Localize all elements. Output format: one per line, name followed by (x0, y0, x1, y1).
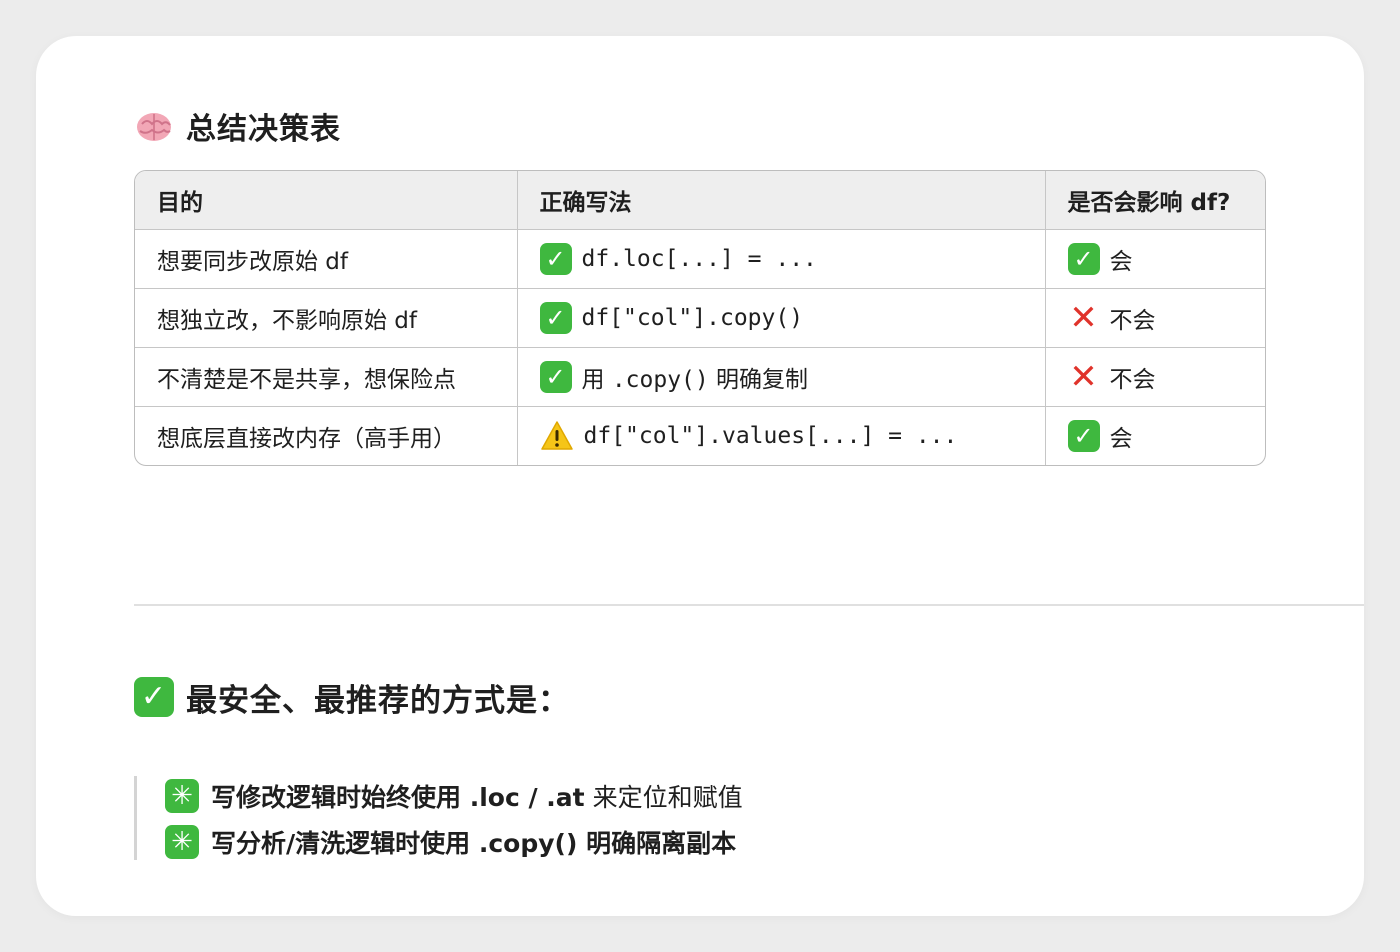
method-prefix: 用 (581, 367, 612, 393)
section-title-decision-table: 总结决策表 (134, 104, 341, 148)
table-header-row: 目的 正确写法 是否会影响 df? (135, 171, 1265, 230)
cell-effect: ✓ 会 (1045, 229, 1265, 289)
cell-effect: ✓ 会 (1045, 407, 1265, 466)
header-purpose: 目的 (135, 171, 518, 230)
header-effect: 是否会影响 df? (1045, 171, 1265, 230)
table-row: 想独立改，不影响原始 df ✓ df["col"].copy() ✕ 不会 (135, 288, 1265, 348)
method-code: .copy() (611, 367, 709, 393)
cell-effect: ✕ 不会 (1045, 347, 1265, 407)
section-title-text: 最安全、最推荐的方式是： (186, 682, 570, 719)
cell-purpose: 想底层直接改内存（高手用） (135, 406, 518, 465)
method-code: df["col"].values[...] = ... (583, 423, 958, 449)
check-icon: ✓ (134, 677, 174, 717)
header-method: 正确写法 (517, 171, 1046, 230)
effect-text: 不会 (1109, 308, 1156, 334)
cross-icon: ✕ (1069, 357, 1098, 397)
sparkle-icon: ✳ (165, 825, 199, 859)
check-icon: ✓ (539, 302, 572, 334)
content-card: 总结决策表 目的 正确写法 是否会影响 df? 想要同步改原始 df ✓ df.… (36, 36, 1364, 916)
decision-table: 目的 正确写法 是否会影响 df? 想要同步改原始 df ✓ df.loc[..… (134, 170, 1266, 466)
cell-purpose: 不清楚是不是共享，想保险点 (135, 347, 518, 407)
check-icon: ✓ (539, 361, 572, 393)
table-row: 不清楚是不是共享，想保险点 ✓ 用 .copy() 明确复制 ✕ 不会 (135, 347, 1265, 407)
cell-purpose: 想独立改，不影响原始 df (135, 288, 518, 348)
recommendation-quote: ✳ 写修改逻辑时始终使用 .loc / .at 来定位和赋值 ✳ 写分析/清洗逻… (134, 776, 1034, 860)
cross-icon: ✕ (1069, 298, 1098, 338)
effect-text: 会 (1109, 249, 1133, 275)
section-title-recommendation: ✓ 最安全、最推荐的方式是： (134, 672, 570, 722)
brain-icon (134, 106, 174, 146)
effect-text: 会 (1109, 426, 1133, 452)
item-normal-text: 来定位和赋值 (584, 783, 743, 812)
list-item: ✳ 写修改逻辑时始终使用 .loc / .at 来定位和赋值 (165, 776, 1034, 816)
horizontal-divider (134, 604, 1364, 606)
table-row: 想底层直接改内存（高手用） df["col"].values[...] = ..… (135, 406, 1265, 466)
effect-text: 不会 (1109, 367, 1156, 393)
item-bold-text: 写修改逻辑时始终使用 .loc / .at (211, 783, 585, 812)
check-icon: ✓ (539, 243, 572, 275)
cell-method: ✓ df.loc[...] = ... (517, 229, 1046, 289)
cell-effect: ✕ 不会 (1045, 288, 1265, 348)
section-title-text: 总结决策表 (186, 112, 341, 147)
method-code: df["col"].copy() (581, 305, 804, 331)
cell-method: df["col"].values[...] = ... (517, 406, 1046, 465)
cell-method: ✓ df["col"].copy() (517, 288, 1046, 348)
method-code: df.loc[...] = ... (581, 246, 817, 272)
item-bold-text: 写分析/清洗逻辑时使用 .copy() 明确隔离副本 (211, 829, 737, 858)
method-mixed: 用 .copy() 明确复制 (582, 360, 809, 394)
check-icon: ✓ (1067, 420, 1100, 452)
sparkle-icon: ✳ (165, 779, 199, 813)
table-row: 想要同步改原始 df ✓ df.loc[...] = ... ✓ 会 (135, 229, 1265, 289)
check-icon: ✓ (1067, 243, 1100, 275)
cell-method: ✓ 用 .copy() 明确复制 (517, 347, 1046, 407)
method-suffix: 明确复制 (708, 367, 809, 393)
warning-icon (540, 420, 574, 452)
list-item: ✳ 写分析/清洗逻辑时使用 .copy() 明确隔离副本 (165, 822, 1034, 862)
cell-purpose: 想要同步改原始 df (135, 229, 518, 289)
